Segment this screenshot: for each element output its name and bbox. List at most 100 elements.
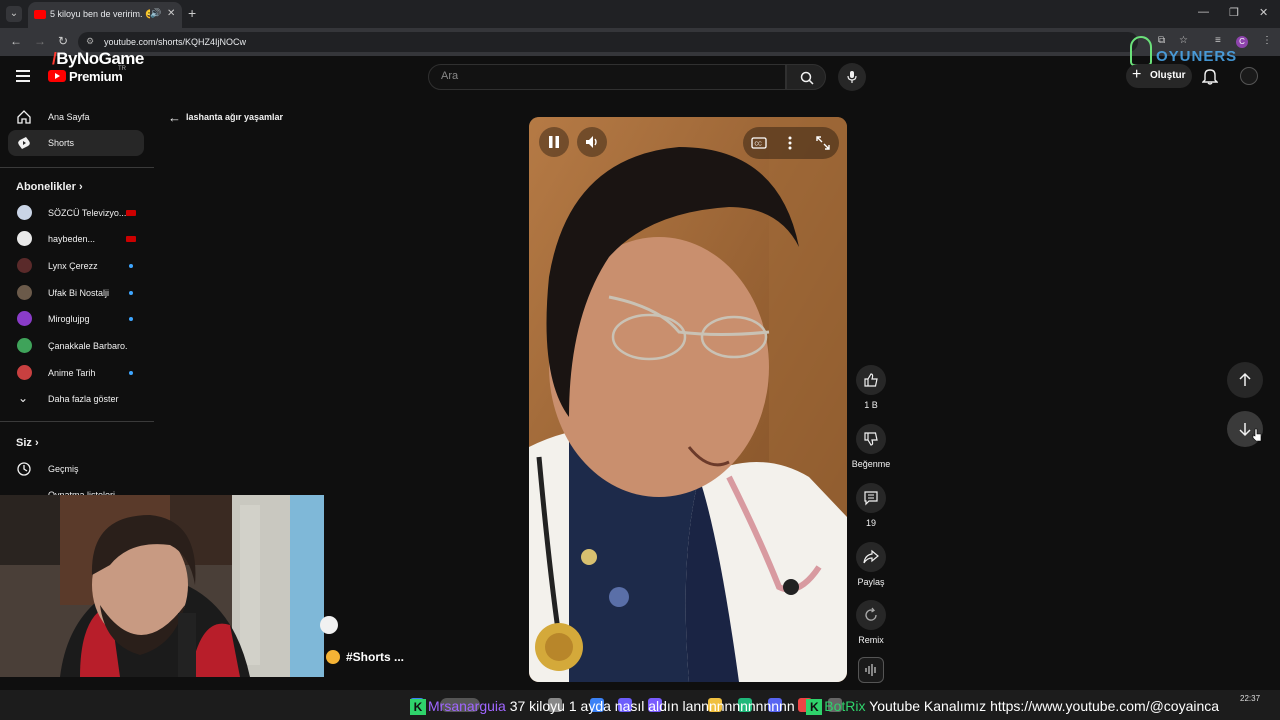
share-label: Paylaş (857, 577, 885, 587)
browser-tab-bar: ⌄ 5 kiloyu ben de veririm. 😄 🔊 ✕ + — ❐ ✕ (0, 0, 1280, 28)
youtube-logo-icon[interactable] (48, 70, 66, 82)
thumbs-down-icon (864, 432, 878, 446)
subscription-item[interactable]: SÖZCÜ Televizyo... (8, 201, 144, 225)
new-tab-button[interactable]: + (188, 5, 196, 21)
stream-chat-overlay: K Mrsanarguia 37 kiloyu 1 ayda nasıl aldı… (410, 698, 1219, 716)
browser-toolbar: ← → ↻ ⚙ youtube.com/shorts/KQHZ4IjNOCw ⧉… (0, 28, 1280, 56)
youtube-favicon-icon (34, 10, 46, 19)
comment-count: 19 (865, 518, 876, 528)
search-box (428, 64, 786, 90)
shorts-icon (18, 137, 30, 149)
new-content-dot-icon (129, 371, 133, 375)
volume-button[interactable] (577, 127, 607, 157)
search-button[interactable] (786, 64, 826, 90)
like-button[interactable] (856, 365, 886, 395)
channel-avatar (17, 258, 32, 273)
live-indicator-icon (126, 236, 136, 242)
site-info-icon[interactable]: ⚙ (86, 36, 94, 47)
kick-badge-icon: K (410, 699, 426, 716)
subscription-item[interactable]: Ufak Bi Nostalji (8, 281, 144, 305)
browser-tab[interactable]: 5 kiloyu ben de veririm. 😄 🔊 ✕ (28, 2, 182, 28)
region-label: TR (118, 66, 126, 72)
sound-source-button[interactable] (858, 657, 884, 683)
plus-icon: + (1132, 66, 1142, 83)
share-icon (863, 549, 879, 564)
subscriptions-heading[interactable]: Abonelikler › (16, 181, 83, 193)
search-input[interactable] (441, 70, 771, 82)
share-button[interactable] (856, 542, 886, 572)
remix-button[interactable] (856, 600, 886, 630)
mic-icon (847, 71, 857, 83)
dislike-button[interactable] (856, 424, 886, 454)
channel-avatar (17, 338, 32, 353)
tab-audio-icon[interactable]: 🔊 (150, 8, 161, 19)
pause-button[interactable] (539, 127, 569, 157)
show-more-button[interactable]: ⌄ Daha fazla göster (8, 387, 144, 411)
channel-avatar (17, 311, 32, 326)
back-icon[interactable]: ← (10, 34, 22, 48)
channel-avatar (17, 365, 32, 380)
live-indicator-icon (126, 210, 136, 216)
subscription-item[interactable]: haybeden... (8, 227, 144, 251)
remix-label: Remix (858, 635, 884, 645)
account-avatar[interactable] (1240, 67, 1258, 85)
new-content-dot-icon (129, 291, 133, 295)
oyuners-logo: OYUNERS (1128, 34, 1248, 68)
forward-icon[interactable]: → (34, 34, 46, 48)
bell-icon (1201, 69, 1219, 85)
subscription-item[interactable]: Çanakkale Barbaro... (8, 334, 144, 358)
arrow-down-icon (1239, 423, 1251, 437)
thumbs-up-icon (864, 373, 878, 387)
sidebar-item-shorts[interactable]: Shorts (8, 130, 144, 156)
sweat-smile-emoji-icon (326, 650, 340, 664)
chevron-down-icon: ⌄ (18, 391, 29, 405)
kick-badge-icon: K (806, 699, 823, 716)
notifications-button[interactable] (1201, 67, 1219, 90)
webcam-feed (0, 495, 324, 677)
browser-menu-icon[interactable]: ⋮ (1262, 35, 1272, 46)
minimize-icon[interactable]: — (1198, 6, 1209, 18)
shorts-video-player[interactable]: CC (529, 117, 847, 682)
create-label: Oluştur (1150, 70, 1186, 81)
sidebar-divider (0, 421, 154, 422)
arrow-left-icon: ← (168, 110, 181, 125)
channel-avatar (17, 205, 32, 220)
tab-search-button[interactable]: ⌄ (6, 6, 22, 22)
tab-close-icon[interactable]: ✕ (167, 8, 175, 19)
sidebar-item-label: Shorts (48, 138, 75, 148)
sidebar-item-history[interactable]: Geçmiş (8, 457, 144, 481)
video-controls-group: CC (743, 127, 839, 159)
hand-cursor-icon (1252, 428, 1262, 442)
shorts-title[interactable]: #Shorts ... (346, 650, 404, 664)
comment-icon (864, 491, 878, 506)
dislike-label: Beğenme (851, 459, 891, 469)
video-nav-bubble[interactable] (320, 616, 338, 634)
webcam-overlay (0, 495, 324, 677)
tab-title: 5 kiloyu ben de veririm. 😄 (50, 9, 150, 19)
previous-short-button[interactable] (1227, 362, 1263, 398)
audio-waveform-icon (865, 664, 876, 676)
chevron-right-icon: › (34, 437, 39, 449)
window-close-icon[interactable]: ✕ (1259, 6, 1268, 19)
voice-search-button[interactable] (838, 63, 866, 91)
search-icon (800, 71, 814, 85)
reload-icon[interactable]: ↻ (58, 34, 68, 48)
create-button[interactable]: + Oluştur (1126, 64, 1192, 88)
new-content-dot-icon (129, 317, 133, 321)
chevron-right-icon: › (78, 181, 83, 193)
fullscreen-icon (816, 136, 830, 150)
you-heading[interactable]: Siz › (16, 437, 39, 449)
address-bar[interactable]: ⚙ youtube.com/shorts/KQHZ4IjNOCw (78, 32, 1138, 52)
channel-avatar (17, 231, 32, 246)
sidebar-item-home[interactable]: Ana Sayfa (8, 104, 144, 130)
video-frame (529, 117, 847, 682)
brand-label[interactable]: Premium (69, 69, 123, 84)
restore-icon[interactable]: ❐ (1229, 6, 1239, 19)
home-icon (17, 110, 31, 124)
history-icon (17, 462, 31, 476)
subscription-item[interactable]: Lynx Çerezz (8, 254, 144, 278)
comments-button[interactable] (856, 483, 886, 513)
subscription-item[interactable]: Anime Tarih (8, 361, 144, 385)
menu-icon[interactable] (16, 70, 30, 82)
subscription-item[interactable]: Miroglujpg (8, 307, 144, 331)
